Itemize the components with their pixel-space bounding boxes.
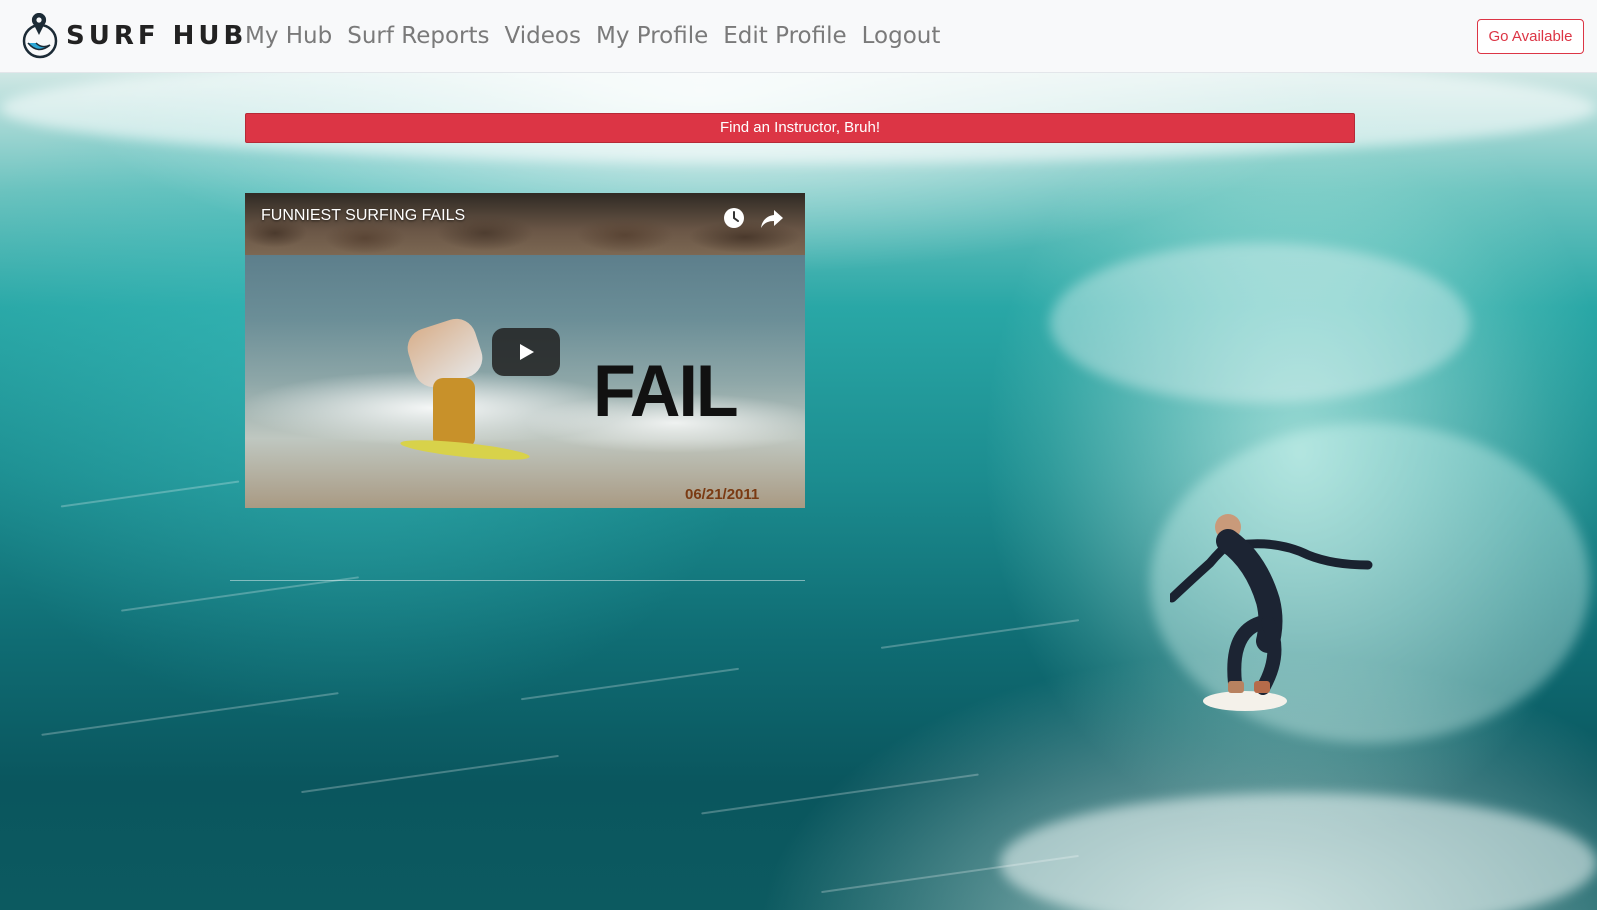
video-thumbnail-surfer xyxy=(433,378,475,448)
video-title[interactable]: FUNNIEST SURFING FAILS xyxy=(261,207,465,225)
nav-my-profile[interactable]: My Profile xyxy=(596,20,708,52)
find-instructor-button[interactable]: Find an Instructor, Bruh! xyxy=(245,113,1355,143)
surfer-image xyxy=(1170,514,1373,711)
nav-my-hub[interactable]: My Hub xyxy=(245,20,332,52)
share-icon[interactable] xyxy=(759,205,785,231)
wave-base-foam xyxy=(1000,793,1597,910)
location-pin-wave-icon xyxy=(22,13,58,59)
nav-logout[interactable]: Logout xyxy=(862,20,941,52)
brand[interactable]: SURF HUB xyxy=(20,13,247,59)
play-icon xyxy=(520,344,534,360)
nav-surf-reports[interactable]: Surf Reports xyxy=(347,20,489,52)
watch-later-icon[interactable] xyxy=(721,205,747,231)
nav-videos[interactable]: Videos xyxy=(505,20,581,52)
content-divider xyxy=(230,580,805,581)
video-player[interactable]: FAIL 06/21/2011 FUNNIEST SURFING FAILS xyxy=(245,193,805,508)
main-nav: My Hub Surf Reports Videos My Profile Ed… xyxy=(245,20,955,52)
video-fail-overlay: FAIL xyxy=(593,350,739,432)
play-button[interactable] xyxy=(492,328,560,376)
navbar: SURF HUB My Hub Surf Reports Videos My P… xyxy=(0,0,1597,73)
brand-name: SURF HUB xyxy=(66,21,248,51)
wave-curl-foam xyxy=(1050,243,1470,403)
video-date-stamp: 06/21/2011 xyxy=(685,486,760,503)
nav-edit-profile[interactable]: Edit Profile xyxy=(723,20,846,52)
go-available-button[interactable]: Go Available xyxy=(1477,19,1584,54)
